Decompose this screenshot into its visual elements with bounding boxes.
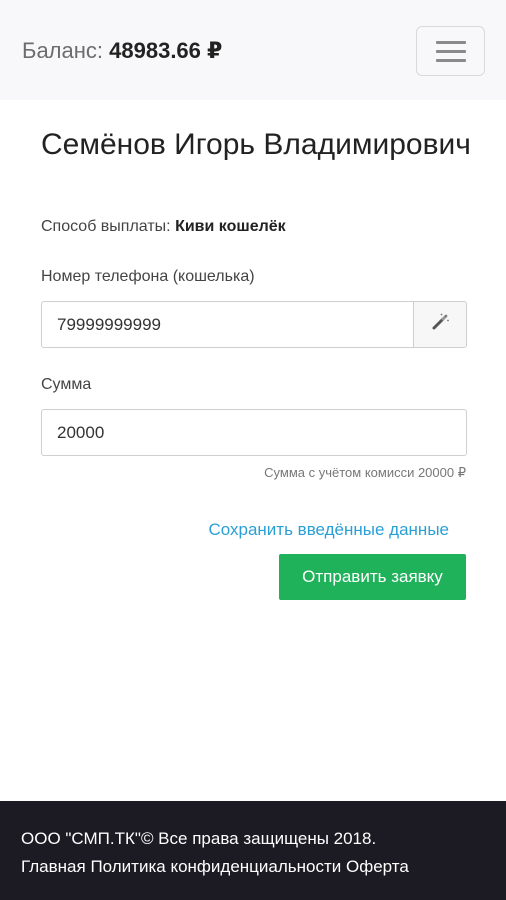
payout-method: Способ выплаты: Киви кошелёк [41, 218, 286, 236]
footer: ООО "СМП.ТК"© Все права защищены 2018. Г… [0, 801, 506, 900]
phone-label: Номер телефона (кошелька) [41, 268, 255, 285]
menu-toggle-button[interactable] [416, 26, 485, 76]
footer-links: Главная Политика конфиденциальности Офер… [21, 853, 506, 881]
balance-label: Баланс: [22, 38, 104, 63]
balance: Баланс: 48983.66 ₽ [22, 38, 222, 64]
save-data-link[interactable]: Сохранить введённые данные [41, 520, 449, 540]
commission-hint: Сумма с учётом комисси 20000 ₽ [264, 465, 466, 480]
payout-method-label: Способ выплаты: [41, 218, 171, 235]
footer-link-home[interactable]: Главная [21, 857, 86, 876]
footer-link-privacy[interactable]: Политика конфиденциальности [90, 857, 341, 876]
sum-label: Сумма [41, 376, 92, 393]
phone-input[interactable] [41, 301, 414, 348]
autofill-button[interactable] [413, 301, 467, 348]
payout-method-value: Киви кошелёк [175, 218, 286, 235]
footer-link-offer[interactable]: Оферта [346, 857, 409, 876]
sum-input[interactable] [41, 409, 467, 456]
submit-request-button[interactable]: Отправить заявку [279, 554, 466, 600]
navbar: Баланс: 48983.66 ₽ [0, 0, 506, 100]
magic-wand-icon [430, 312, 450, 337]
recipient-name: Семёнов Игорь Владимирович [41, 128, 471, 161]
footer-copyright: ООО "СМП.ТК"© Все права защищены 2018. [21, 829, 377, 848]
balance-amount: 48983.66 ₽ [109, 38, 223, 63]
